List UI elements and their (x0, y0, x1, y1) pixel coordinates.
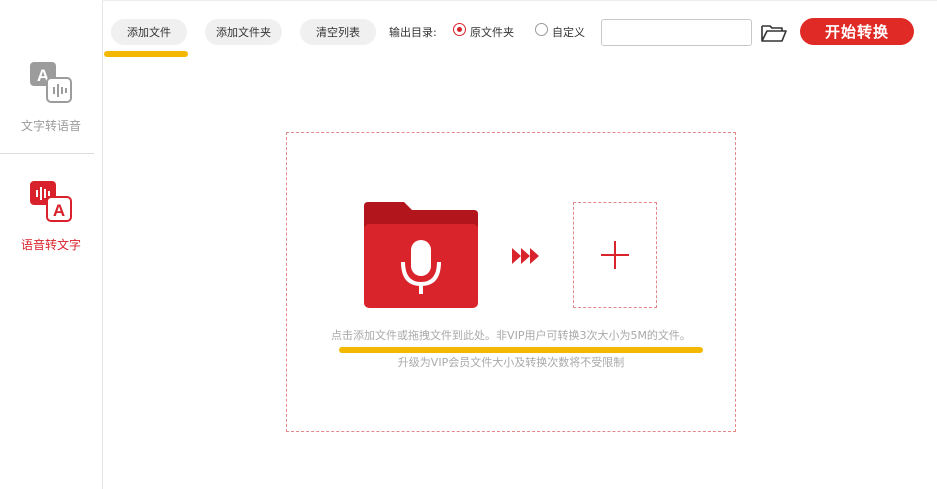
radio-custom[interactable] (535, 23, 548, 36)
hint-highlight (339, 347, 703, 353)
speech-to-text-icon: A (30, 181, 72, 222)
sidebar-divider (0, 153, 94, 154)
folder-open-icon[interactable] (760, 22, 788, 44)
output-directory-label: 输出目录: (389, 26, 437, 39)
upload-hint: 点击添加文件或拖拽文件到此处。非VIP用户可转换3次大小为5M的文件。 (331, 329, 691, 342)
output-path-input[interactable] (601, 19, 752, 46)
radio-original-folder[interactable] (453, 23, 466, 36)
sidebar-item-label: 语音转文字 (20, 238, 81, 252)
audio-folder-icon (364, 202, 478, 308)
add-folder-button[interactable]: 添加文件夹 (205, 19, 282, 45)
sidebar-item-speech-to-text[interactable]: A 语音转文字 (0, 178, 102, 268)
sidebar-item-label: 文字转语音 (20, 119, 81, 133)
vip-hint: 升级为VIP会员文件大小及转换次数将不受限制 (397, 356, 625, 369)
convert-arrows-icon (512, 248, 539, 264)
add-file-button[interactable]: 添加文件 (111, 19, 187, 45)
radio-original-folder-label[interactable]: 原文件夹 (470, 24, 514, 40)
radio-custom-label[interactable]: 自定义 (552, 24, 585, 40)
text-to-speech-icon: A (30, 62, 72, 103)
clear-list-button[interactable]: 清空列表 (300, 19, 376, 45)
add-file-target[interactable] (573, 202, 657, 308)
sidebar-item-text-to-speech[interactable]: A 文字转语音 (0, 55, 102, 153)
file-drop-zone[interactable] (286, 132, 736, 432)
svg-text:A: A (53, 201, 65, 220)
plus-icon (601, 241, 629, 269)
start-convert-button[interactable]: 开始转换 (800, 18, 914, 45)
sidebar: A 文字转语音 A 语音转文字 (0, 0, 103, 489)
add-file-highlight (104, 51, 188, 57)
top-border (102, 0, 937, 1)
